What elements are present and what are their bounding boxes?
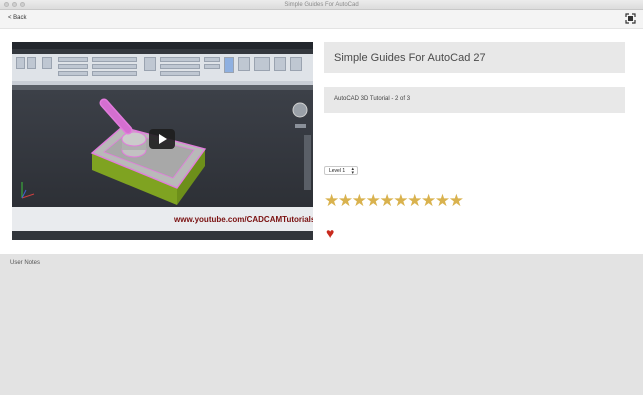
back-button[interactable]: < Back bbox=[8, 15, 27, 21]
level-select-value: Level 1 bbox=[329, 168, 346, 174]
video-status-bar bbox=[12, 231, 313, 240]
video-ribbon bbox=[12, 54, 313, 82]
user-notes-label: User Notes bbox=[10, 260, 41, 266]
window-title: Simple Guides For AutoCad bbox=[284, 2, 359, 8]
navigation-bar: < Back bbox=[0, 10, 643, 29]
level-select[interactable]: Level 1 ▴ ▾ bbox=[324, 166, 358, 176]
window-titlebar: Simple Guides For AutoCad bbox=[0, 0, 643, 10]
star-icon[interactable]: ★ bbox=[449, 192, 464, 209]
rating-stars[interactable]: ★★★★★★★★★★ bbox=[324, 192, 464, 209]
fullscreen-icon[interactable] bbox=[625, 13, 636, 24]
lesson-box: AutoCAD 3D Tutorial - 2 of 3 bbox=[324, 87, 625, 113]
video-player[interactable]: www.youtube.com/CADCAMTutorials bbox=[12, 42, 313, 240]
lesson-title: AutoCAD 3D Tutorial - 2 of 3 bbox=[334, 96, 411, 102]
video-app-titlebar bbox=[12, 42, 313, 49]
video-watermark: www.youtube.com/CADCAMTutorials bbox=[174, 215, 313, 224]
user-notes-area[interactable]: User Notes bbox=[0, 254, 643, 395]
guide-title: Simple Guides For AutoCad 27 bbox=[334, 52, 486, 64]
guide-title-box: Simple Guides For AutoCad 27 bbox=[324, 42, 625, 73]
play-button[interactable] bbox=[149, 129, 175, 149]
up-down-arrow-icon: ▴ ▾ bbox=[351, 166, 354, 176]
favorite-heart-icon[interactable]: ♥ bbox=[326, 226, 334, 240]
